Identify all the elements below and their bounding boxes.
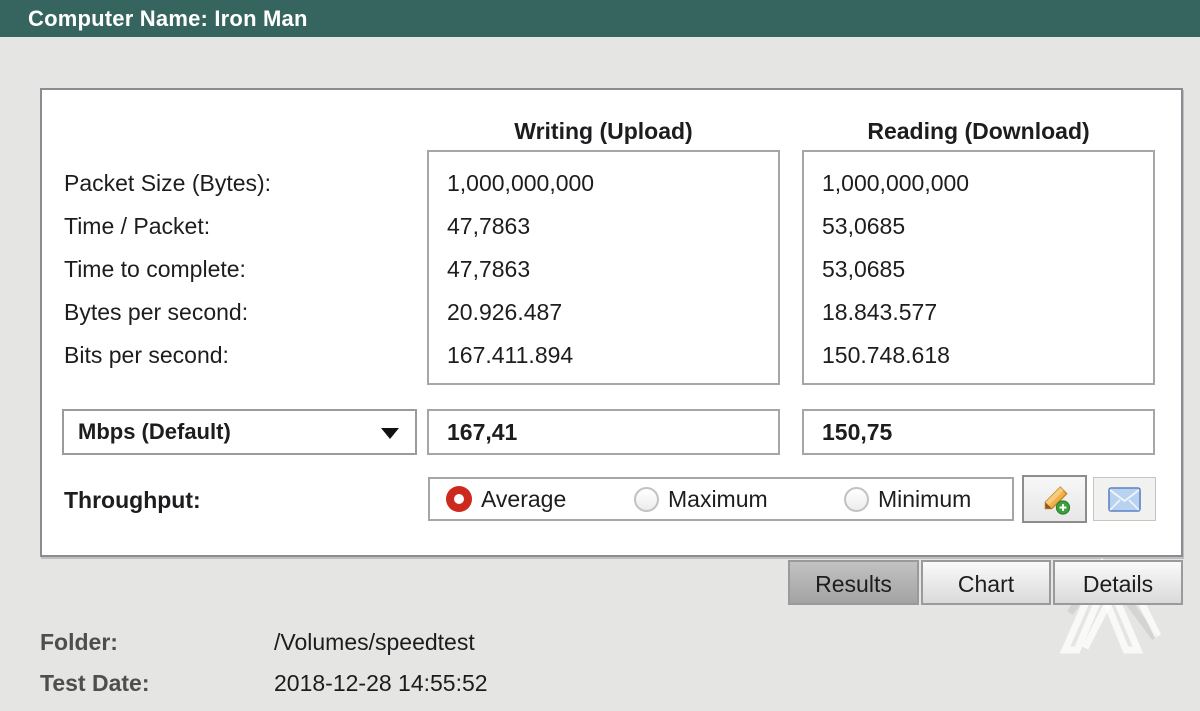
dropdown-arrow-icon xyxy=(381,428,399,439)
reading-bits-per-second-value: 150.748.618 xyxy=(822,340,950,370)
row-label-bits-per-second: Bits per second: xyxy=(64,340,229,370)
email-button[interactable] xyxy=(1093,477,1156,521)
writing-bytes-per-second-value: 20.926.487 xyxy=(447,297,562,327)
radio-minimum[interactable]: Minimum xyxy=(844,479,971,519)
edit-add-button[interactable] xyxy=(1022,475,1087,523)
window-titlebar: Computer Name: Iron Man xyxy=(0,0,1200,37)
writing-throughput-field: 167,41 xyxy=(427,409,780,455)
reading-bytes-per-second-value: 18.843.577 xyxy=(822,297,937,327)
writing-packet-size-value: 1,000,000,000 xyxy=(447,168,594,198)
radio-unselected-icon xyxy=(844,487,869,512)
writing-bits-per-second-value: 167.411.894 xyxy=(447,340,573,370)
unit-select-dropdown[interactable]: Mbps (Default) xyxy=(62,409,417,455)
test-date-value: 2018-12-28 14:55:52 xyxy=(274,668,488,698)
radio-minimum-label: Minimum xyxy=(878,486,971,513)
reading-time-per-packet-value: 53,0685 xyxy=(822,211,905,241)
row-label-time-to-complete: Time to complete: xyxy=(64,254,246,284)
reading-time-to-complete-value: 53,0685 xyxy=(822,254,905,284)
radio-maximum-label: Maximum xyxy=(668,486,768,513)
reading-packet-size-value: 1,000,000,000 xyxy=(822,168,969,198)
folder-label: Folder: xyxy=(40,627,118,657)
edit-add-icon xyxy=(1038,482,1072,516)
radio-maximum[interactable]: Maximum xyxy=(634,479,768,519)
throughput-label: Throughput: xyxy=(64,485,201,515)
radio-average-label: Average xyxy=(481,486,566,513)
results-panel: Writing (Upload) Reading (Download) Pack… xyxy=(40,88,1183,557)
row-label-time-per-packet: Time / Packet: xyxy=(64,211,210,241)
radio-selected-icon xyxy=(446,486,472,512)
writing-time-to-complete-value: 47,7863 xyxy=(447,254,530,284)
row-label-packet-size: Packet Size (Bytes): xyxy=(64,168,271,198)
tab-results[interactable]: Results xyxy=(788,560,919,605)
reading-throughput-field: 150,75 xyxy=(802,409,1155,455)
reading-column-header: Reading (Download) xyxy=(802,116,1155,146)
writing-time-per-packet-value: 47,7863 xyxy=(447,211,530,241)
throughput-radio-group: Average Maximum Minimum xyxy=(428,477,1014,521)
tab-details[interactable]: Details xyxy=(1053,560,1183,605)
row-label-bytes-per-second: Bytes per second: xyxy=(64,297,248,327)
unit-select-value: Mbps (Default) xyxy=(78,419,231,444)
email-icon xyxy=(1108,487,1141,512)
folder-value: /Volumes/speedtest xyxy=(274,627,475,657)
window-title: Computer Name: Iron Man xyxy=(0,6,308,32)
test-date-label: Test Date: xyxy=(40,668,150,698)
tab-chart[interactable]: Chart xyxy=(921,560,1051,605)
writing-column-header: Writing (Upload) xyxy=(427,116,780,146)
radio-unselected-icon xyxy=(634,487,659,512)
radio-average[interactable]: Average xyxy=(446,479,566,519)
